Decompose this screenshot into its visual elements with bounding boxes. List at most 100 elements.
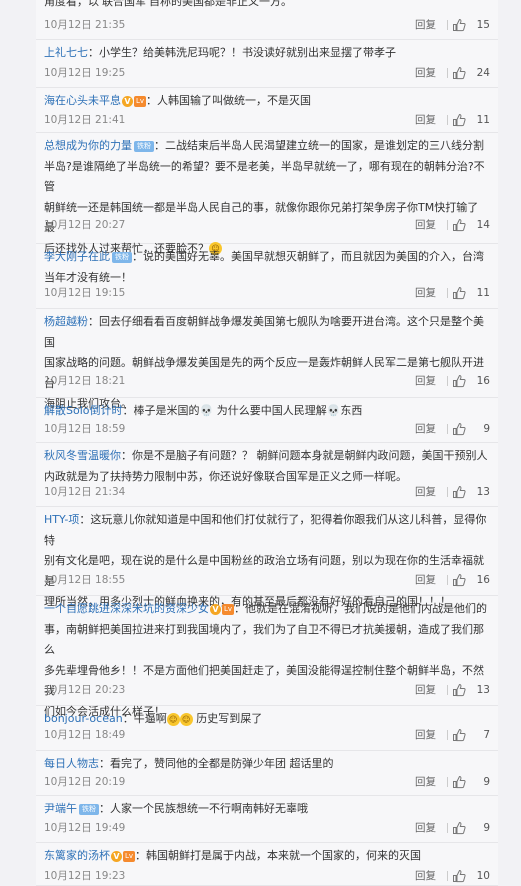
comment-item: 总想成为你的力量 铁粉 ：二战结束后半岛人民渴望建立统一的国家，是谁划定的三八线分割… [36, 133, 498, 255]
comment-username[interactable]: 秋风冬雪温暖你 [44, 449, 121, 462]
like-count: 11 [476, 287, 490, 299]
like-count: 9 [483, 423, 490, 435]
like-count: 11 [476, 114, 490, 126]
comment-item: 解散Solo倒计时：棒子是米国的💀 为什么要中国人民理解💀东西 10月12日 18… [36, 398, 498, 443]
comment-item: bonjour-ocean：牛逼啊 ☺ ☺ 历史写到屎了 10月12日 18:49 回复… [36, 706, 498, 751]
comment-time: 10月12日 18:55 [44, 574, 126, 586]
comment-text: 李大刚子在此 铁粉 ：说的美国好无辜。美国早就想灭朝鲜了，而且就因为美国的介入，台湾… [44, 247, 488, 288]
like-count: 15 [476, 19, 490, 31]
comment-username[interactable]: 上礼七七 [44, 46, 88, 59]
comment-line: 当年才没有统一！ [44, 270, 132, 284]
comment-text: 总想成为你的力量 铁粉 ：二战结束后半岛人民渴望建立统一的国家，是谁划定的三八线分割… [44, 136, 488, 259]
comment-meta: 10月12日 18:49 回复 7 [44, 725, 498, 745]
like-button[interactable]: 13 [452, 482, 490, 502]
comment-line: ：看完了，赞同他的全都是防弹少年团 超话里的 [99, 757, 334, 770]
like-button[interactable]: 16 [452, 570, 490, 590]
thumbs-up-icon [452, 869, 466, 883]
divider [447, 20, 448, 30]
like-button[interactable]: 9 [452, 772, 490, 792]
reply-button[interactable]: 回复 [415, 110, 436, 130]
comment-meta: 10月12日 20:23 回复 13 [44, 680, 498, 700]
comment-time: 10月12日 19:15 [44, 287, 126, 299]
thumbs-up-icon [452, 573, 466, 587]
reply-button[interactable]: 回复 [415, 371, 436, 391]
like-button[interactable]: 16 [452, 371, 490, 391]
verified-icon: V [122, 95, 133, 107]
reply-button[interactable]: 回复 [415, 772, 436, 792]
like-button[interactable]: 9 [452, 419, 490, 439]
reply-button[interactable]: 回复 [415, 866, 436, 886]
comment-text: 一个自愿跳进深深米坑的资深少女 V Lv ：他就是在混淆视听，我们说的是他们内战是他们… [44, 599, 488, 722]
comment-username[interactable]: 一个自愿跳进深深米坑的资深少女 [44, 602, 209, 615]
reply-button[interactable]: 回复 [415, 818, 436, 838]
fan-badge: 铁粉 [79, 803, 99, 815]
verified-icon: V [111, 850, 122, 862]
like-button[interactable]: 11 [452, 110, 490, 130]
comment-time: 10月12日 20:23 [44, 684, 126, 696]
thumbs-up-icon [452, 775, 466, 789]
like-button[interactable]: 7 [452, 725, 490, 745]
comment-text: 海在心头未平息 V Lv ：人韩国输了叫做统一，不是灭国 [44, 91, 488, 112]
comment-line: ：牛逼啊 [122, 712, 167, 725]
comment-meta: 10月12日 20:27 回复 14 [44, 215, 498, 235]
comment-line: ：回去仔细看看百度朝鲜战争爆发美国第七舰队为啥要开进台湾。这个只是整个美国 [44, 315, 484, 349]
divider [447, 376, 448, 386]
comment-username[interactable]: bonjour-ocean [44, 712, 123, 725]
comment-line: ：他就是在混淆视听，我们说的是他们内战是他们的 [234, 602, 488, 615]
reply-button[interactable]: 回复 [415, 419, 436, 439]
like-button[interactable]: 15 [452, 15, 490, 35]
comment-line: ：人家一个民族想统一不行啊南韩好无辜哦 [99, 802, 308, 815]
reply-button[interactable]: 回复 [415, 482, 436, 502]
comment-username[interactable]: 每日人物志 [44, 757, 99, 770]
like-button[interactable]: 9 [452, 818, 490, 838]
reply-button[interactable]: 回复 [415, 215, 436, 235]
reply-button[interactable]: 回复 [415, 15, 436, 35]
comment-time: 10月12日 21:35 [44, 19, 126, 31]
thumbs-up-icon [452, 683, 466, 697]
comment-username[interactable]: 李大刚子在此 [44, 250, 110, 263]
comment-time: 10月12日 19:23 [44, 870, 126, 882]
comment-meta: 10月12日 18:21 回复 16 [44, 371, 498, 391]
level-badge-icon: Lv [123, 850, 136, 862]
comment-line: ：人韩国输了叫做统一，不是灭国 [146, 94, 312, 107]
fan-badge: 铁粉 [134, 140, 154, 152]
reply-button[interactable]: 回复 [415, 570, 436, 590]
like-button[interactable]: 24 [452, 63, 490, 83]
like-count: 9 [483, 776, 490, 788]
comment-item: 海在心头未平息 V Lv ：人韩国输了叫做统一，不是灭国 10月12日 21:41 回复 1… [36, 88, 498, 133]
like-count: 13 [476, 684, 490, 696]
like-button[interactable]: 13 [452, 680, 490, 700]
comment-item: 李大刚子在此 铁粉 ：说的美国好无辜。美国早就想灭朝鲜了，而且就因为美国的介入，台湾… [36, 244, 498, 309]
like-button[interactable]: 11 [452, 283, 490, 303]
comment-line: ：二战结束后半岛人民渴望建立统一的国家，是谁划定的三八线分割 [154, 139, 484, 152]
like-count: 7 [483, 729, 490, 741]
like-button[interactable]: 14 [452, 215, 490, 235]
comment-text: 角度看，以'联合国军'自称的美国都是非正义一方。 [44, 0, 488, 13]
reply-button[interactable]: 回复 [415, 283, 436, 303]
comment-username[interactable]: 海在心头未平息 [44, 94, 121, 107]
fan-badge: 铁粉 [112, 251, 132, 263]
thumbs-up-icon [452, 728, 466, 742]
thumbs-up-icon [452, 422, 466, 436]
comment-item: 一个自愿跳进深深米坑的资深少女 V Lv ：他就是在混淆视听，我们说的是他们内战是他们… [36, 596, 498, 718]
grin-emoji-icon: ☺ [166, 712, 180, 726]
comment-item: 尹端午 铁粉 ：人家一个民族想统一不行啊南韩好无辜哦 10月12日 19:49 回复 9 [36, 796, 498, 843]
like-count: 10 [476, 870, 490, 882]
comment-username[interactable]: 杨超越粉 [44, 315, 88, 328]
comment-line: 历史写到屎了 [192, 712, 263, 725]
reply-button[interactable]: 回复 [415, 725, 436, 745]
comment-username[interactable]: 解散Solo倒计时 [44, 404, 123, 417]
comment-item: 上礼七七：小学生？给美韩洗尼玛呢？！书没读好就别出来显摆了带孝子 10月12日 1… [36, 40, 498, 88]
like-button[interactable]: 10 [452, 866, 490, 886]
comment-meta: 10月12日 18:55 回复 16 [44, 570, 498, 590]
divider [447, 487, 448, 497]
comment-username[interactable]: 总想成为你的力量 [44, 139, 132, 152]
comment-username[interactable]: HTY-项 [44, 513, 79, 526]
divider [447, 685, 448, 695]
like-count: 13 [476, 486, 490, 498]
reply-button[interactable]: 回复 [415, 63, 436, 83]
reply-button[interactable]: 回复 [415, 680, 436, 700]
comment-username[interactable]: 东篱家的汤杯 [44, 849, 110, 862]
comment-username[interactable]: 尹端午 [44, 802, 77, 815]
comment-time: 10月12日 20:19 [44, 776, 126, 788]
